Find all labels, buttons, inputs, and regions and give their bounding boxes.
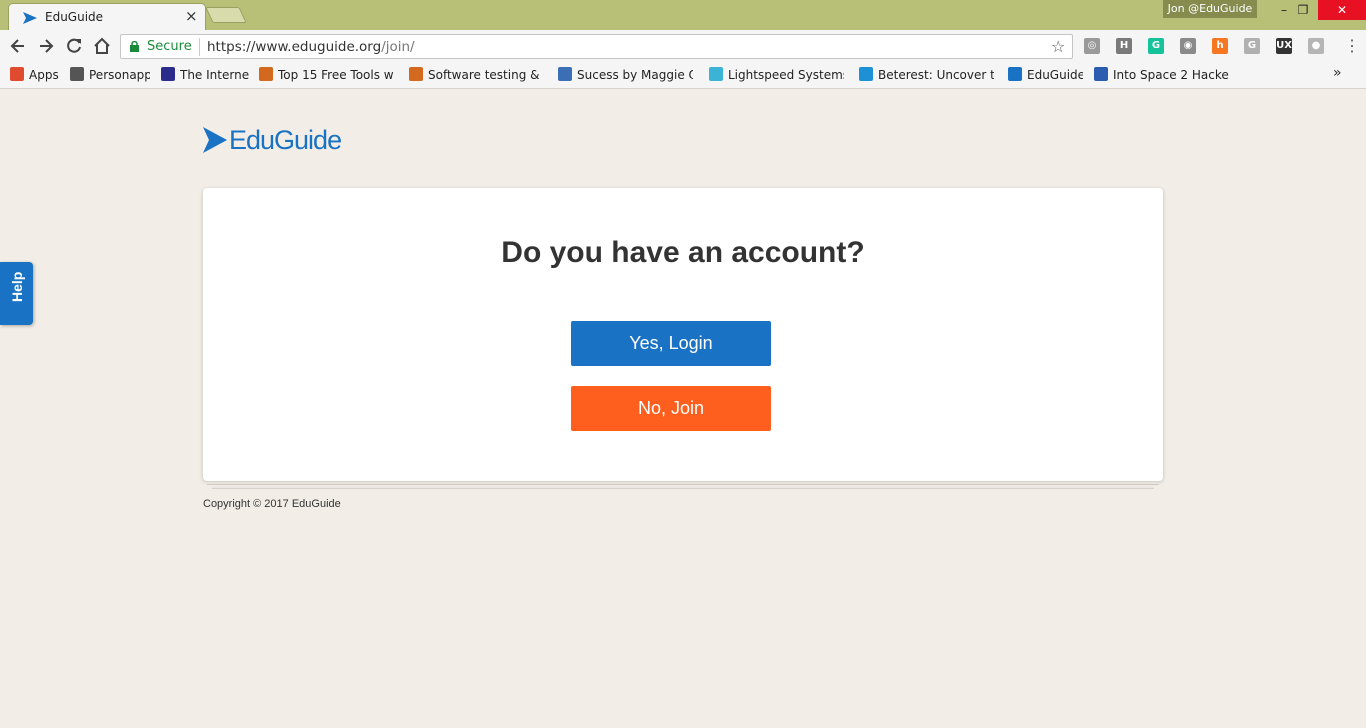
bookmark-label: The Internet <box>180 68 249 82</box>
help-tab[interactable]: Help <box>0 262 33 325</box>
copyright-text: Copyright © 2017 EduGuide <box>203 498 341 510</box>
bookmark-item[interactable]: Lightspeed Systems, I <box>709 67 844 83</box>
url-text: https://www.eduguide.org/join/ <box>207 39 415 55</box>
address-bar[interactable]: Secure https://www.eduguide.org/join/ ☆ <box>120 34 1073 59</box>
camera-icon[interactable]: ◉ <box>1180 38 1196 54</box>
bookmark-label: Lightspeed Systems, I <box>728 68 844 82</box>
browser-tab[interactable]: EduGuide × <box>8 3 206 30</box>
bookmark-item[interactable]: Sucess by Maggie Ozi <box>558 67 693 83</box>
bookmark-item[interactable]: Top 15 Free Tools whi <box>259 67 394 83</box>
apps-grid-icon <box>10 67 24 81</box>
eduguide-favicon-icon <box>23 12 37 24</box>
bookmark-item[interactable]: Apps <box>10 67 59 83</box>
h-ext-icon[interactable]: H <box>1116 38 1132 54</box>
secure-label: Secure <box>147 39 192 54</box>
url-host: https://www.eduguide.org <box>207 39 382 55</box>
bookmark-item[interactable]: The Internet <box>161 67 249 83</box>
card-stack-shadow <box>212 486 1154 489</box>
browser-menu-icon[interactable]: ⋮ <box>1344 36 1360 56</box>
account-card: Do you have an account? Yes, Login No, J… <box>203 188 1163 481</box>
bookmark-label: Personapp <box>89 68 150 82</box>
lightspeed-icon <box>709 67 723 81</box>
bookmark-label: Top 15 Free Tools whi <box>278 68 394 82</box>
globe-ext-icon[interactable]: ◎ <box>1084 38 1100 54</box>
card-stack-shadow <box>207 482 1159 485</box>
back-arrow-icon[interactable] <box>7 35 29 57</box>
lock-icon <box>130 41 139 52</box>
bookmarks-overflow-icon[interactable]: » <box>1333 65 1342 81</box>
circle-ext-icon[interactable]: ● <box>1308 38 1324 54</box>
h-icon <box>1094 67 1108 81</box>
bookmark-label: Software testing & QA <box>428 68 544 82</box>
bookmark-star-icon[interactable]: ☆ <box>1051 37 1065 56</box>
omnibox-divider <box>199 38 200 56</box>
login-button[interactable]: Yes, Login <box>571 321 771 366</box>
join-button[interactable]: No, Join <box>571 386 771 431</box>
bookmark-label: Into Space 2 Hacked / <box>1113 68 1229 82</box>
shield-icon <box>409 67 423 81</box>
personapp-icon <box>70 67 84 81</box>
bookmarks-bar: Into Space 2 Hacked / EduGuide Beterest: U… <box>0 62 1366 89</box>
help-label: Help <box>9 271 25 302</box>
shield-icon <box>259 67 273 81</box>
ux-check-icon[interactable]: UX <box>1276 38 1292 54</box>
logo-wordmark: EduGuide <box>229 125 342 155</box>
window-close-icon[interactable]: ✕ <box>1318 0 1366 20</box>
beterest-icon <box>859 67 873 81</box>
profile-button[interactable]: Jon @EduGuide <box>1163 0 1257 18</box>
bookmark-item[interactable]: Beterest: Uncover the <box>859 67 994 83</box>
url-path: /join/ <box>381 39 415 55</box>
bookmark-item[interactable]: Software testing & QA <box>409 67 544 83</box>
globe-icon <box>558 67 572 81</box>
the-internet-icon <box>161 67 175 81</box>
eduguide-icon <box>1008 67 1022 81</box>
bookmark-label: Apps <box>29 68 59 82</box>
home-icon[interactable] <box>91 35 113 57</box>
reload-icon[interactable] <box>63 35 85 57</box>
eduguide-logo-icon <box>203 127 227 153</box>
bookmark-label: Beterest: Uncover the <box>878 68 994 82</box>
bookmark-item[interactable]: Into Space 2 Hacked / <box>1094 67 1229 83</box>
bookmark-item[interactable]: Personapp <box>70 67 150 83</box>
account-question-heading: Do you have an account? <box>501 236 865 269</box>
tab-title: EduGuide <box>45 10 104 24</box>
bookmark-label: EduGuide <box>1027 68 1083 82</box>
g-ext-icon[interactable]: G <box>1244 38 1260 54</box>
bookmark-item[interactable]: EduGuide <box>1008 67 1083 83</box>
new-tab-button[interactable] <box>205 7 247 23</box>
grammarly-icon[interactable]: G <box>1148 38 1164 54</box>
eduguide-logo[interactable]: EduGuide <box>203 125 353 156</box>
tab-close-icon[interactable]: × <box>185 7 198 25</box>
title-bar: EduGuide × Jon @EduGuide – ❐ ✕ <box>0 0 1366 30</box>
hubspot-icon[interactable]: h <box>1212 38 1228 54</box>
forward-arrow-icon[interactable] <box>35 35 57 57</box>
bookmark-label: Sucess by Maggie Ozi <box>577 68 693 82</box>
